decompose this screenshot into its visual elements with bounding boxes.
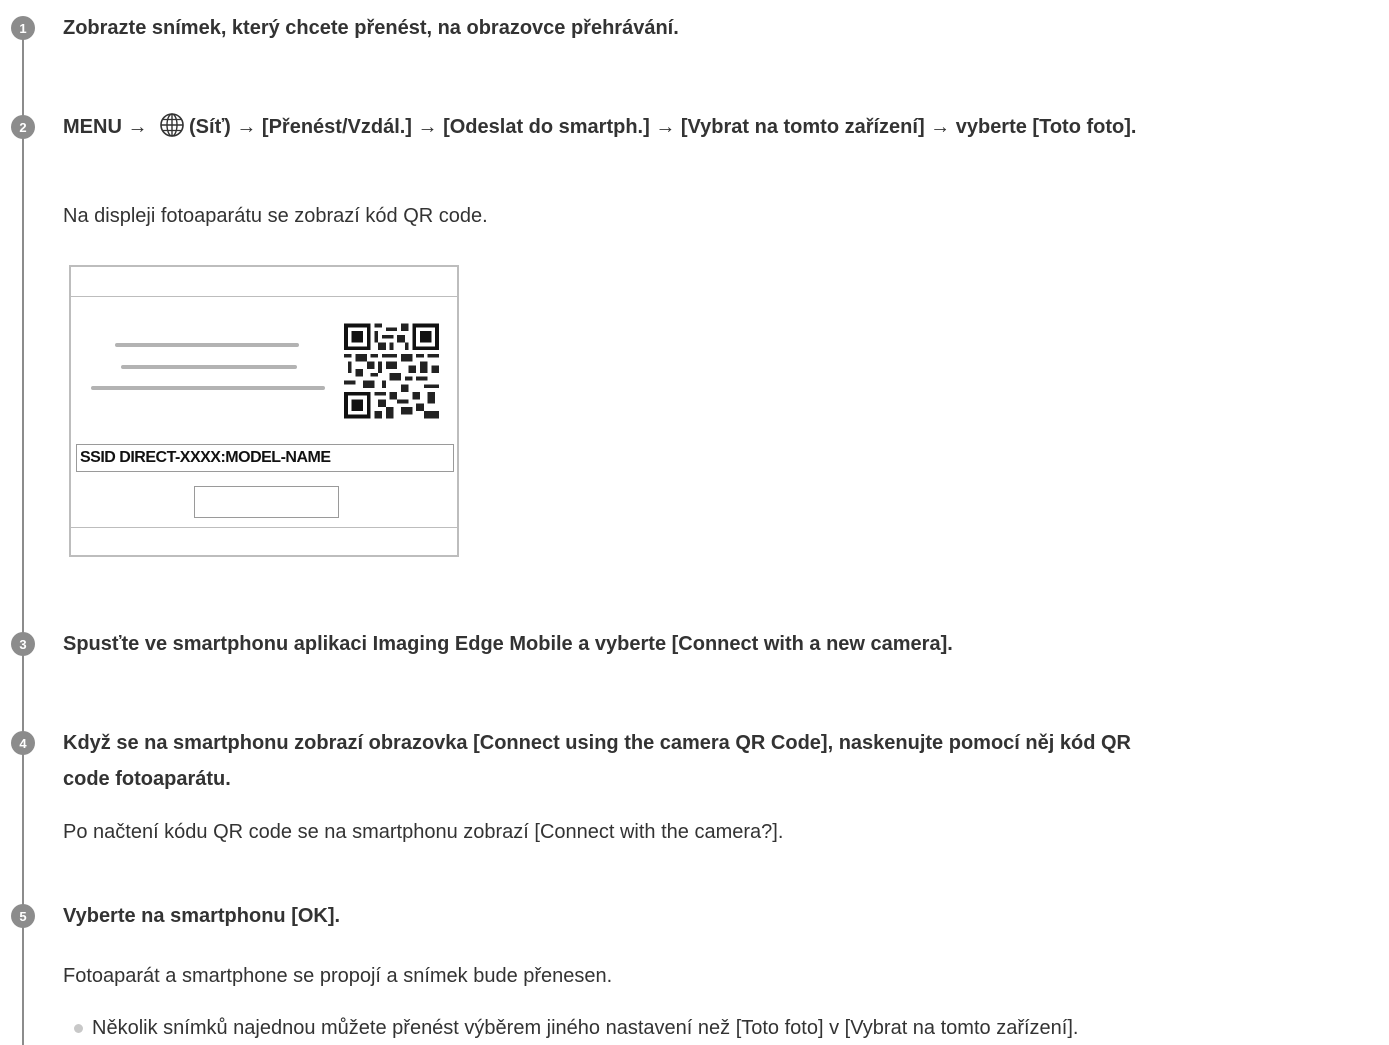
- step-4-description: Po načtení kódu QR code se na smartphonu…: [63, 821, 784, 843]
- qr-code-icon: [344, 323, 439, 419]
- step-5-note: Několik snímků najednou můžete přenést v…: [92, 1017, 1079, 1039]
- screen-button-placeholder: [194, 486, 339, 518]
- screen-bottom-divider: [71, 527, 457, 528]
- step-4-heading: Když se na smartphonu zobrazí obrazovka …: [63, 732, 1131, 790]
- note-bullet-icon: [74, 1024, 83, 1033]
- step-2-heading-prefix: MENU →: [63, 116, 148, 138]
- network-globe-icon: [159, 112, 185, 150]
- step-number-2: 2: [11, 115, 35, 139]
- ssid-label: SSID DIRECT-XXXX:MODEL-NAME: [76, 444, 454, 472]
- step-2-description: Na displeji fotoaparátu se zobrazí kód Q…: [63, 205, 488, 227]
- step-number-1: 1: [11, 16, 35, 40]
- step-5-description: Fotoaparát a smartphone se propojí a sní…: [63, 965, 613, 987]
- step-2-heading-suffix: (Síť) → [Přenést/Vzdál.] → [Odeslat do s…: [189, 116, 1137, 138]
- step-5-heading: Vyberte na smartphonu [OK].: [63, 905, 341, 927]
- step-1-heading: Zobrazte snímek, který chcete přenést, n…: [63, 17, 679, 39]
- step-number-3: 3: [11, 632, 35, 656]
- step-3-heading: Spusťte ve smartphonu aplikaci Imaging E…: [63, 633, 953, 655]
- placeholder-text-line: [115, 343, 299, 347]
- placeholder-text-line: [121, 365, 297, 369]
- step-2-heading: MENU → (Síť) → [Přenést/Vzdál.] → [Odesl…: [63, 109, 1385, 150]
- steps-timeline-line: [22, 18, 24, 1045]
- screen-top-divider: [71, 296, 457, 297]
- step-number-5: 5: [11, 904, 35, 928]
- step-number-4: 4: [11, 731, 35, 755]
- placeholder-text-line: [91, 386, 325, 390]
- camera-screen-illustration: SSID DIRECT-XXXX:MODEL-NAME: [69, 265, 459, 557]
